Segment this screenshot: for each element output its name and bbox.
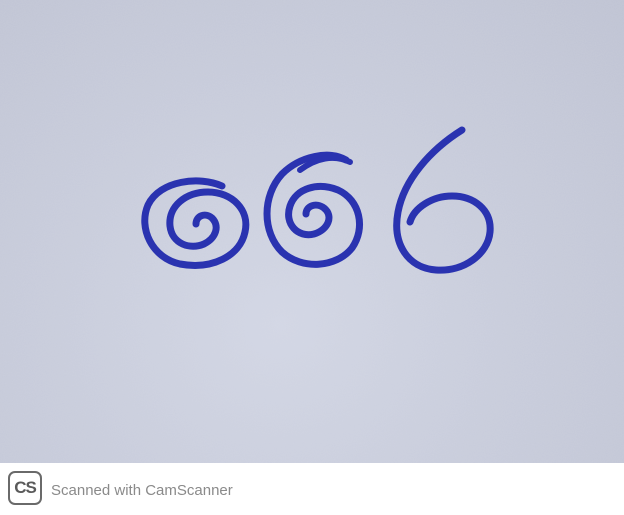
handwriting-drawing	[0, 0, 624, 463]
camscanner-footer: CS Scanned with CamScanner	[0, 463, 624, 515]
camscanner-logo: CS	[8, 471, 42, 505]
scanned-page: CS Scanned with CamScanner	[0, 0, 624, 515]
scanned-photo	[0, 0, 624, 463]
watermark-text: Scanned with CamScanner	[51, 482, 233, 499]
